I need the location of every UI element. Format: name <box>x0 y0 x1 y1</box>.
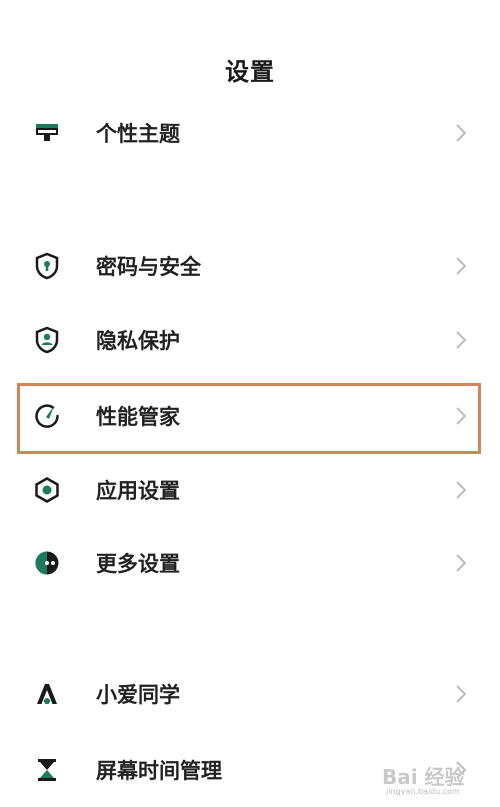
watermark: Bai 经验 jingyan.baidu.com <box>382 761 472 797</box>
hourglass-icon <box>33 756 61 784</box>
settings-item-label: 小爱同学 <box>96 683 180 707</box>
settings-item-app-settings[interactable]: 应用设置 <box>0 455 500 525</box>
chevron-right-icon <box>454 552 468 574</box>
chevron-right-icon <box>454 122 468 144</box>
chevron-right-icon <box>454 479 468 501</box>
settings-item-security[interactable]: 密码与安全 <box>0 231 500 301</box>
watermark-text: Bai 经验 <box>382 765 465 789</box>
hexagon-icon <box>33 476 61 504</box>
privacy-shield-icon <box>33 326 61 354</box>
chevron-right-icon <box>454 405 468 427</box>
page-title: 设置 <box>225 58 275 86</box>
settings-item-label: 应用设置 <box>96 479 180 503</box>
settings-item-label: 隐私保护 <box>96 329 180 353</box>
settings-item-label: 密码与安全 <box>96 255 201 279</box>
settings-item-more-settings[interactable]: 更多设置 <box>0 528 500 598</box>
chevron-right-icon <box>454 255 468 277</box>
more-dots-icon <box>33 549 61 577</box>
performance-gauge-icon <box>33 402 61 430</box>
settings-item-label: 更多设置 <box>96 552 180 576</box>
xiaoai-icon <box>33 680 61 708</box>
watermark-url: jingyan.baidu.com <box>386 787 460 796</box>
settings-item-xiaoai[interactable]: 小爱同学 <box>0 659 500 729</box>
settings-item-privacy[interactable]: 隐私保护 <box>0 305 500 375</box>
theme-icon <box>33 119 61 147</box>
settings-item-label: 屏幕时间管理 <box>96 759 222 783</box>
settings-item-theme[interactable]: 个性主题 <box>0 98 500 168</box>
settings-item-label: 个性主题 <box>96 122 180 146</box>
settings-screen: 设置 个性主题 密码与安全 隐私保护 性能管家 应用设置 更多设置 小爱同学 屏… <box>0 0 500 807</box>
chevron-right-icon <box>454 329 468 351</box>
settings-item-performance[interactable]: 性能管家 <box>0 381 500 451</box>
chevron-right-icon <box>454 683 468 705</box>
settings-item-label: 性能管家 <box>96 405 180 429</box>
shield-lock-icon <box>33 252 61 280</box>
